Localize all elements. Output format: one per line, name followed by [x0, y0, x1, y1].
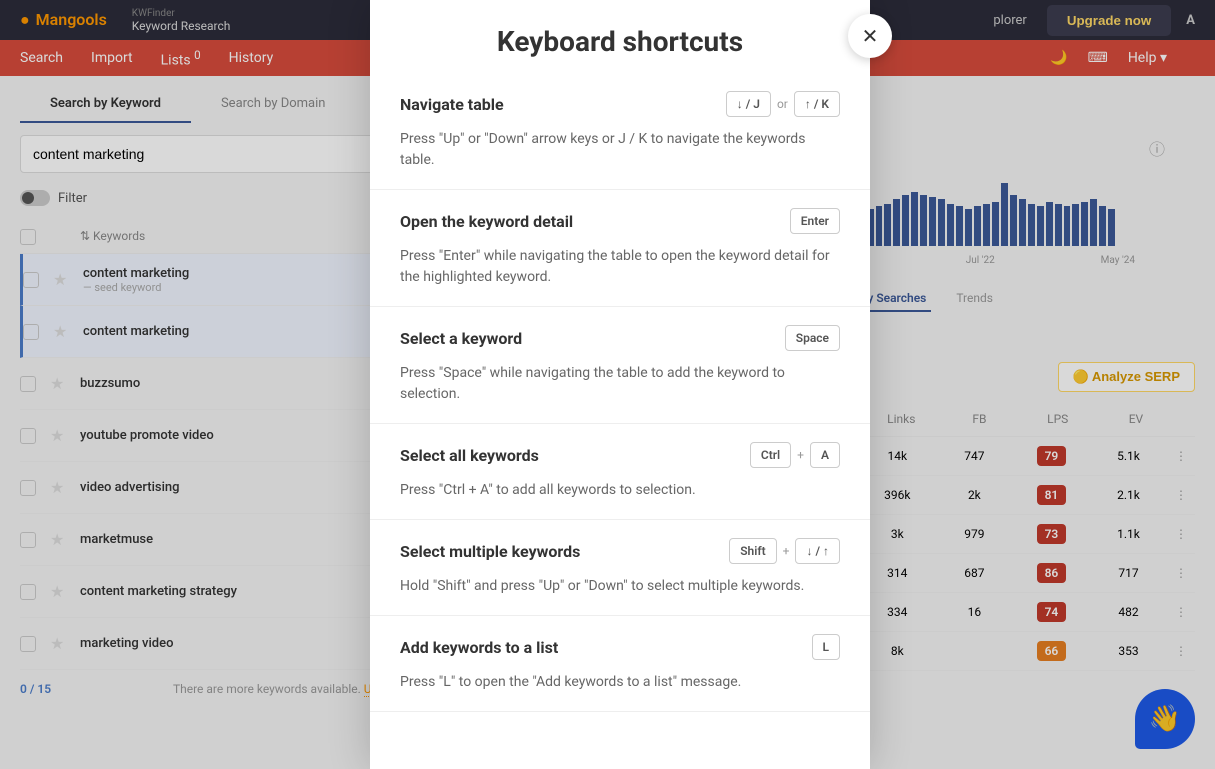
shortcut-section: Select all keywords Ctrl + A Press "Ctrl +… [370, 424, 870, 520]
shortcuts-modal: Keyboard shortcuts Navigate table ↓ / J o… [370, 0, 870, 769]
keyboard-key: ↑ / K [794, 91, 840, 117]
shortcut-description: Press "Space" while navigating the table… [400, 363, 840, 405]
shortcut-section: Open the keyword detail Enter Press "Ent… [370, 190, 870, 307]
keyboard-key: Space [785, 325, 840, 351]
shortcut-description: Press "Up" or "Down" arrow keys or J / K… [400, 129, 840, 171]
shortcut-title: Select multiple keywords [400, 542, 580, 561]
shortcut-title: Open the keyword detail [400, 212, 573, 231]
shortcut-description: Press "Ctrl + A" to add all keywords to … [400, 480, 840, 501]
keyboard-key: Ctrl [750, 442, 791, 468]
key-separator: + [783, 544, 790, 558]
shortcut-section: Select multiple keywords Shift + ↓ / ↑ Hol… [370, 520, 870, 616]
keyboard-key: L [812, 634, 841, 660]
keyboard-key: ↓ / ↑ [795, 538, 840, 564]
shortcut-section: Navigate table ↓ / J or ↑ / K Press "Up" o… [370, 73, 870, 190]
shortcut-section: Add keywords to a list L Press "L" to op… [370, 616, 870, 712]
keyboard-key: ↓ / J [726, 91, 771, 117]
modal-title: Keyboard shortcuts [370, 0, 870, 73]
key-separator: or [777, 97, 788, 111]
keyboard-key: Shift [729, 538, 776, 564]
shortcut-description: Press "L" to open the "Add keywords to a… [400, 672, 840, 693]
shortcut-title: Add keywords to a list [400, 638, 558, 657]
shortcut-description: Hold "Shift" and press "Up" or "Down" to… [400, 576, 840, 597]
close-icon[interactable]: ✕ [848, 14, 892, 58]
shortcut-title: Select a keyword [400, 329, 522, 348]
shortcut-section: Select a keyword Space Press "Space" whi… [370, 307, 870, 424]
keyboard-key: Enter [790, 208, 840, 234]
shortcut-description: Press "Enter" while navigating the table… [400, 246, 840, 288]
shortcut-title: Navigate table [400, 95, 504, 114]
shortcut-title: Select all keywords [400, 446, 539, 465]
key-separator: + [797, 448, 804, 462]
keyboard-key: A [810, 442, 840, 468]
